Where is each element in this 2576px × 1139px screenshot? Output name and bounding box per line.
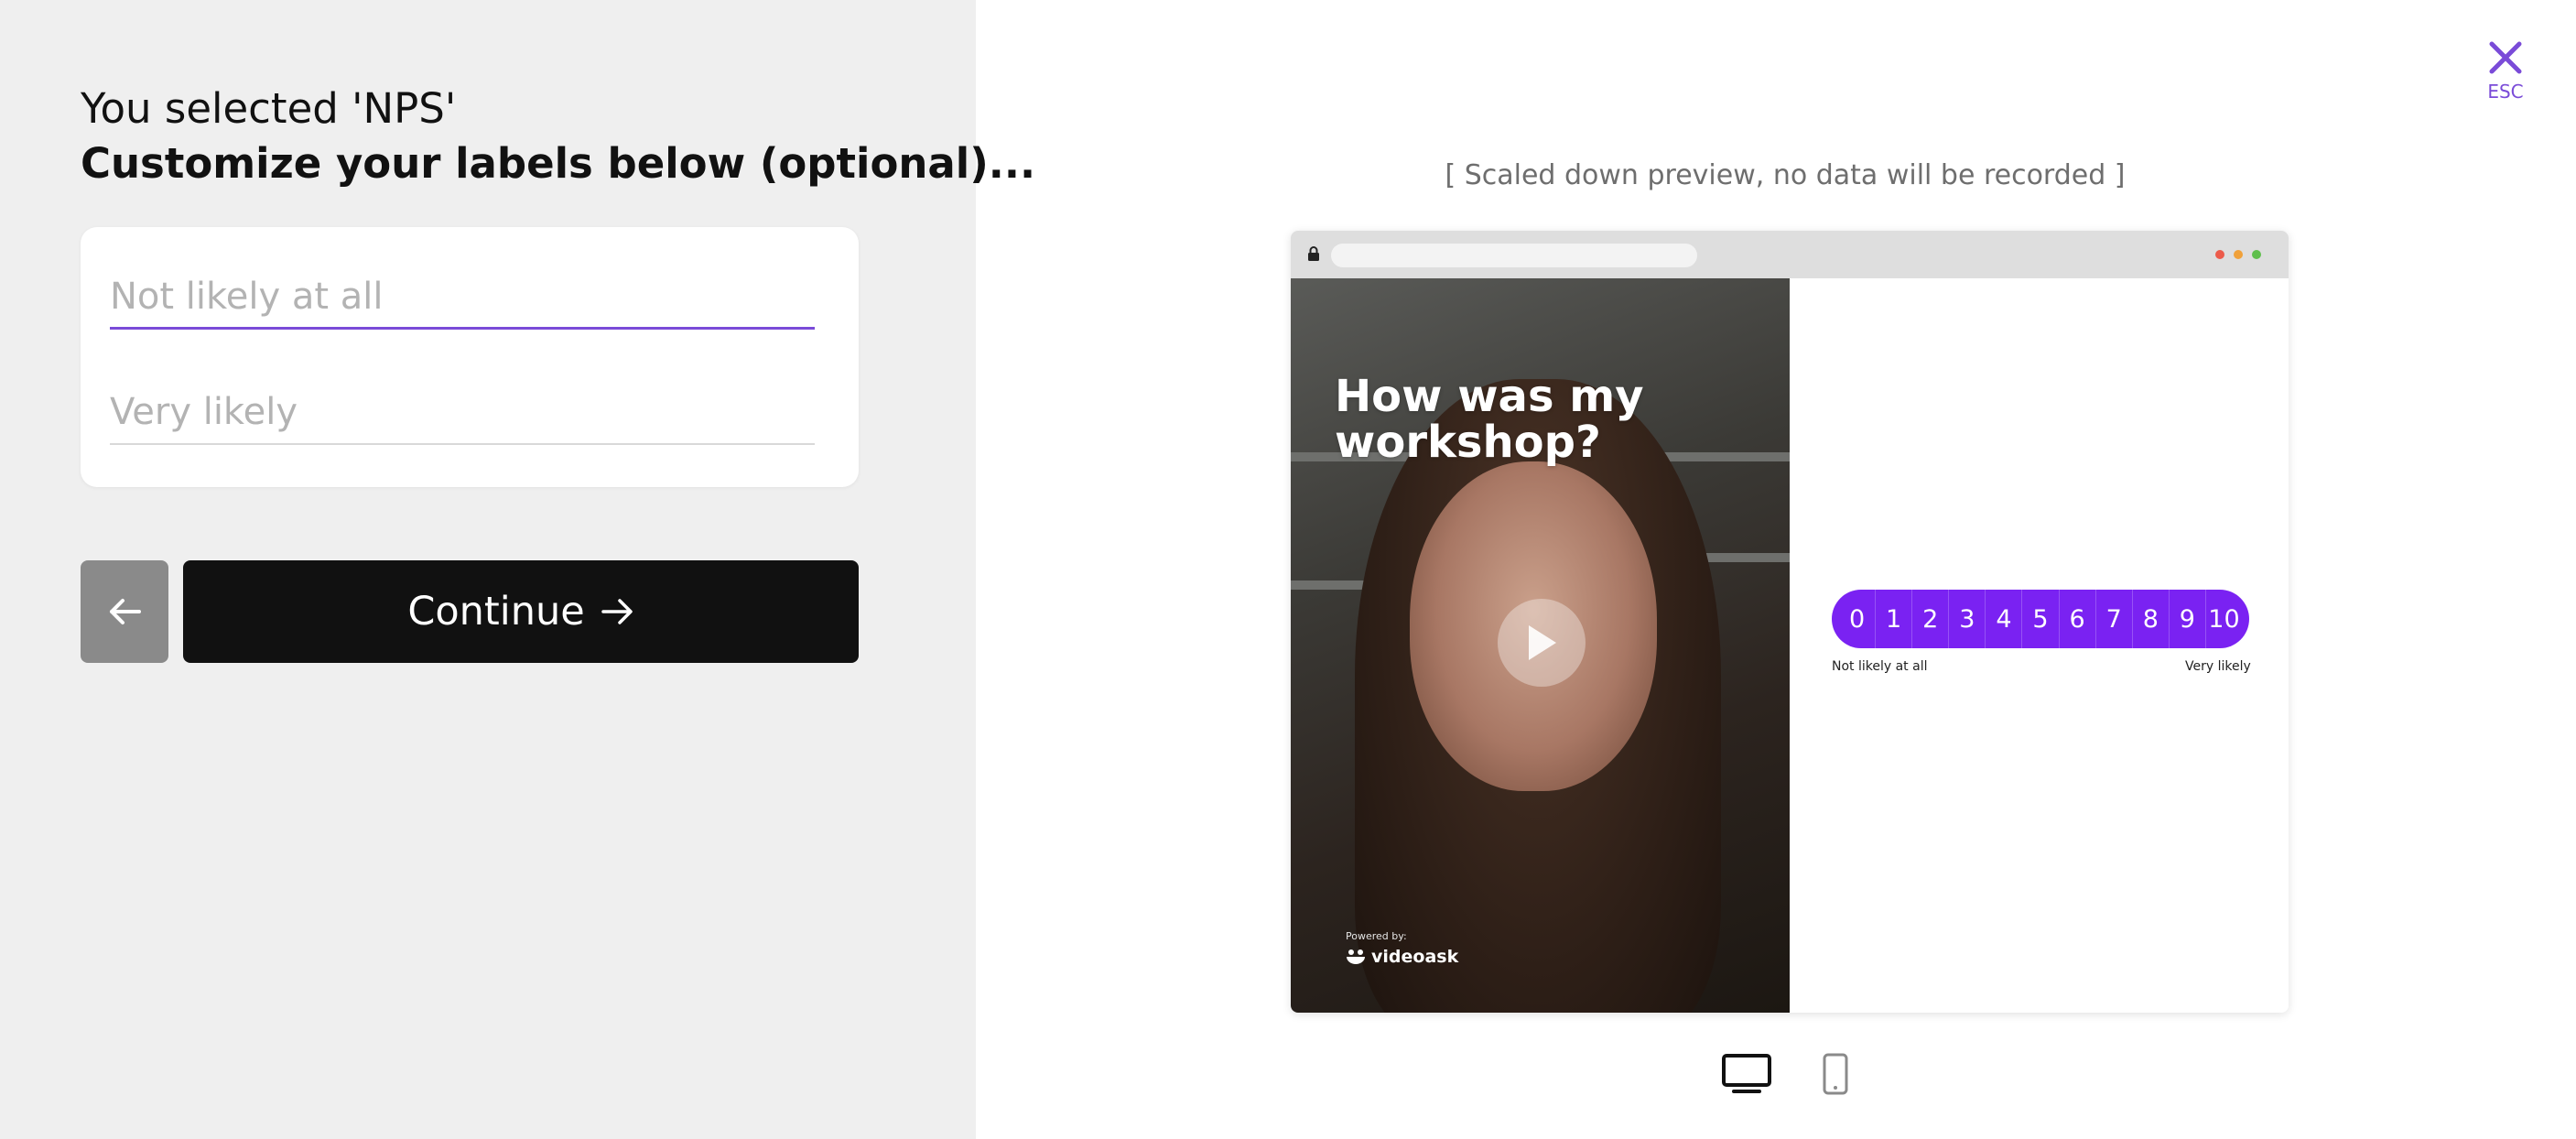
maximize-dot-icon [2252,250,2261,259]
nps-scale: 0 1 2 3 4 5 6 7 8 9 10 [1832,590,2249,648]
nps-option[interactable]: 0 [1839,590,1875,648]
low-label-input[interactable] [110,266,815,330]
mobile-icon [1823,1053,1848,1095]
desktop-view-button[interactable] [1721,1053,1772,1099]
arrow-left-icon [110,599,141,624]
video-question: How was my workshop? [1335,371,1644,468]
customize-panel: You selected 'NPS' Customize your labels… [0,0,1035,1139]
brand-logo: videoask [1346,947,1458,967]
instruction-heading: Customize your labels below (optional)..… [81,139,1036,188]
video-pane: How was my workshop? Powered by: videoas… [1291,278,1790,1013]
continue-label: Continue [407,589,585,635]
minimize-dot-icon [2234,250,2243,259]
desktop-icon [1722,1054,1771,1093]
nps-option[interactable]: 2 [1911,590,1948,648]
preview-note: [ Scaled down preview, no data will be r… [1445,159,2126,191]
play-icon [1529,625,1556,660]
esc-label: ESC [2487,81,2524,103]
labels-card [81,227,859,487]
nps-option[interactable]: 9 [2168,590,2205,648]
videoask-logo-icon [1347,949,1365,964]
lock-icon [1308,246,1319,261]
nps-option[interactable]: 3 [1948,590,1985,648]
powered-by-label: Powered by: [1346,930,1407,942]
selection-heading: You selected 'NPS' [81,84,457,133]
arrow-right-icon [601,599,633,624]
play-button[interactable] [1498,599,1586,687]
brand-name: videoask [1371,947,1459,967]
back-button[interactable] [81,560,168,663]
nps-low-label: Not likely at all [1832,659,1928,674]
nps-option[interactable]: 7 [2094,590,2132,648]
high-label-input[interactable] [110,381,815,445]
nps-option[interactable]: 4 [1985,590,2021,648]
nps-option[interactable]: 6 [2058,590,2095,648]
mobile-view-button[interactable] [1822,1053,1849,1099]
nps-pane: 0 1 2 3 4 5 6 7 8 9 10 Not likely at all Very like… [1790,278,2289,1013]
nps-option[interactable]: 5 [2021,590,2058,648]
nps-high-label: Very likely [2185,659,2251,674]
preview-browser-frame: How was my workshop? Powered by: videoas… [1291,231,2289,1013]
continue-button[interactable]: Continue [183,560,859,663]
nps-option[interactable]: 8 [2131,590,2169,648]
url-bar [1331,244,1697,267]
close-dot-icon [2215,250,2224,259]
close-icon [2489,41,2522,74]
browser-toolbar [1291,231,2289,278]
close-button[interactable]: ESC [2483,40,2528,114]
nps-option[interactable]: 1 [1875,590,1911,648]
nps-option[interactable]: 10 [2204,590,2242,648]
